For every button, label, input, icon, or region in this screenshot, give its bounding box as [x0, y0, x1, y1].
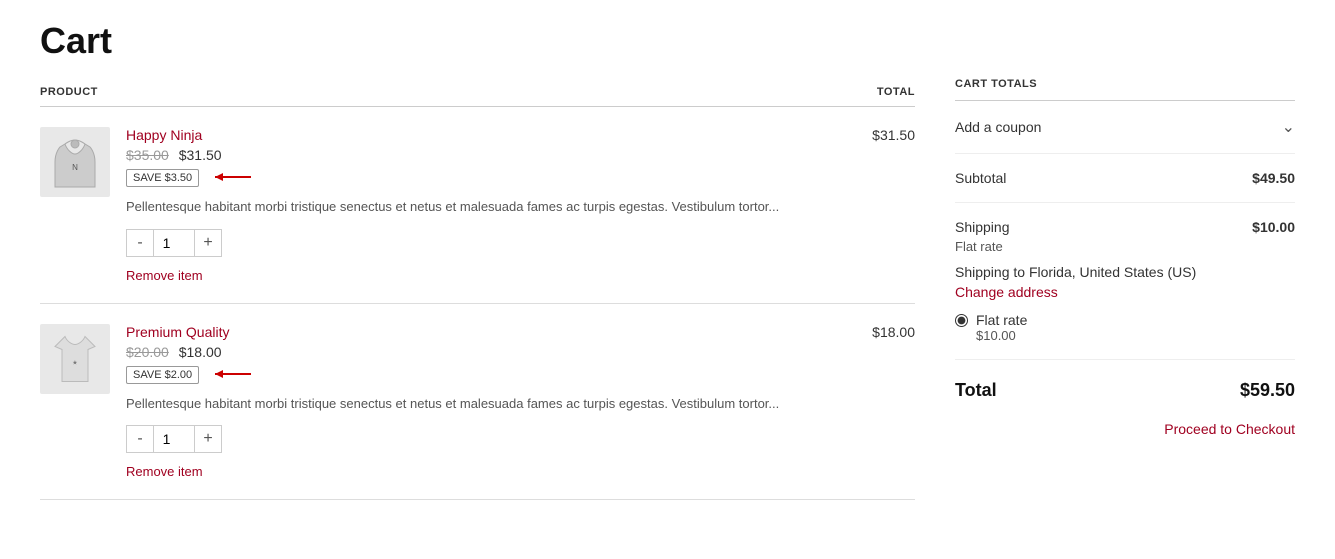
cart-totals-title: CART TOTALS [955, 78, 1295, 101]
save-badge: SAVE $3.50 [126, 169, 199, 187]
radio-option-flat-rate: Flat rate $10.00 [955, 312, 1295, 343]
flat-rate-radio[interactable] [955, 314, 968, 327]
remove-item-link[interactable]: Remove item [126, 268, 203, 283]
change-address-link[interactable]: Change address [955, 284, 1058, 300]
total-value: $59.50 [1240, 380, 1295, 401]
product-image: ★ [40, 324, 110, 394]
qty-plus-button[interactable]: + [194, 425, 222, 453]
flat-rate-note: Flat rate [955, 239, 1295, 254]
product-image: N [40, 127, 110, 197]
subtotal-value: $49.50 [1252, 170, 1295, 186]
radio-label: Flat rate [976, 312, 1027, 328]
product-description: Pellentesque habitant morbi tristique se… [126, 394, 867, 414]
table-row: N Happy Ninja $35.00 $31.50 SAVE $3.50 [40, 107, 915, 304]
qty-minus-button[interactable]: - [126, 229, 154, 257]
save-badge: SAVE $2.00 [126, 366, 199, 384]
price-row: $20.00 $18.00 [126, 344, 867, 360]
item-total: $31.50 [867, 107, 915, 304]
shipping-to-text: Shipping to Florida, United States (US) [955, 264, 1295, 280]
total-row: Total $59.50 [955, 360, 1295, 417]
chevron-down-icon: ⌄ [1282, 117, 1295, 137]
product-name-link[interactable]: Premium Quality [126, 324, 867, 340]
coupon-row[interactable]: Add a coupon ⌄ [955, 101, 1295, 154]
checkout-link[interactable]: Proceed to Checkout [955, 421, 1295, 437]
product-name-link[interactable]: Happy Ninja [126, 127, 867, 143]
subtotal-label: Subtotal [955, 170, 1006, 186]
qty-minus-button[interactable]: - [126, 425, 154, 453]
shipping-block: Shipping $10.00 Flat rate Shipping to Fl… [955, 203, 1295, 360]
total-label: Total [955, 380, 997, 401]
product-col-header: PRODUCT [40, 78, 867, 107]
shipping-label: Shipping [955, 219, 1010, 235]
radio-sub: $10.00 [976, 328, 1027, 343]
cart-section: PRODUCT TOTAL N Happy Ninja $35.00 $31.5… [40, 78, 915, 500]
cart-table: PRODUCT TOTAL N Happy Ninja $35.00 $31.5… [40, 78, 915, 500]
product-details: Happy Ninja $35.00 $31.50 SAVE $3.50 Pel… [126, 127, 867, 283]
coupon-label: Add a coupon [955, 119, 1041, 135]
table-row: ★ Premium Quality $20.00 $18.00 SAVE $2.… [40, 303, 915, 500]
sale-price: $18.00 [179, 344, 222, 360]
shipping-value: $10.00 [1252, 219, 1295, 235]
subtotal-row: Subtotal $49.50 [955, 154, 1295, 203]
svg-text:★: ★ [72, 359, 77, 366]
svg-text:N: N [72, 163, 78, 172]
page-title: Cart [40, 20, 1295, 62]
product-description: Pellentesque habitant morbi tristique se… [126, 197, 867, 217]
save-arrow-icon [213, 366, 253, 382]
qty-plus-button[interactable]: + [194, 229, 222, 257]
qty-control: - + [126, 229, 867, 257]
save-row: SAVE $2.00 [126, 360, 867, 384]
item-total: $18.00 [867, 303, 915, 500]
sale-price: $31.50 [179, 147, 222, 163]
original-price: $35.00 [126, 147, 169, 163]
save-arrow-icon [213, 169, 253, 185]
product-details: Premium Quality $20.00 $18.00 SAVE $2.00… [126, 324, 867, 480]
remove-item-link[interactable]: Remove item [126, 464, 203, 479]
qty-input[interactable] [154, 425, 194, 453]
save-row: SAVE $3.50 [126, 163, 867, 187]
price-row: $35.00 $31.50 [126, 147, 867, 163]
total-col-header: TOTAL [867, 78, 915, 107]
qty-input[interactable] [154, 229, 194, 257]
qty-control: - + [126, 425, 867, 453]
original-price: $20.00 [126, 344, 169, 360]
sidebar: CART TOTALS Add a coupon ⌄ Subtotal $49.… [955, 78, 1295, 437]
